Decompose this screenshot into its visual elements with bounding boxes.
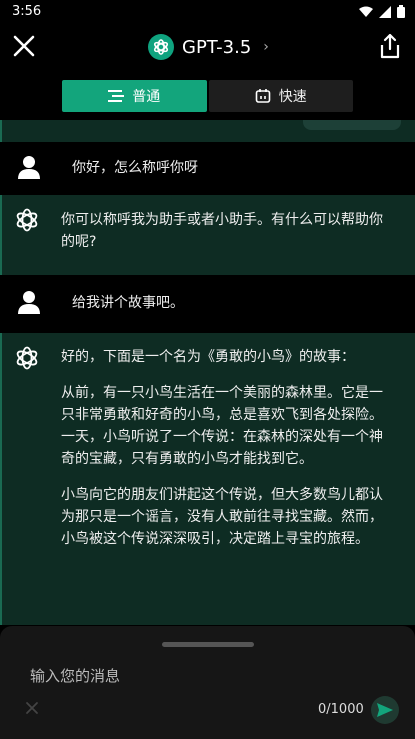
clear-icon[interactable]	[24, 700, 40, 716]
wifi-icon	[359, 6, 373, 17]
message-text: 你好，怎么称呼你呀	[72, 160, 198, 176]
input-panel: 0/1000	[0, 626, 415, 739]
chat-message-user: 给我讲个故事吧。	[0, 275, 415, 333]
openai-logo-icon	[148, 34, 174, 60]
message-paragraph: 小鸟向它的朋友们讲起这个传说，但大多数鸟儿都认为那只是一个谣言，没有人敢前往寻找…	[61, 487, 383, 547]
tab-fast-label: 快速	[278, 89, 307, 105]
status-icons	[359, 5, 405, 18]
model-title: GPT-3.5	[182, 36, 252, 58]
chat-message-assistant: 好的，下面是一个名为《勇敢的小鸟》的故事： 从前，有一只小鸟生活在一个美丽的森林…	[0, 333, 415, 625]
tab-normal-label: 普通	[132, 89, 161, 105]
message-text: 你可以称呼我为助手或者小助手。有什么可以帮助你的呢?	[61, 212, 383, 250]
message-paragraph: 从前，有一只小鸟生活在一个美丽的森林里。它是一只非常勇敢和好奇的小鸟，总是喜欢飞…	[61, 385, 383, 467]
status-time: 3:56	[12, 4, 42, 19]
share-icon[interactable]	[377, 32, 403, 60]
message-text: 给我讲个故事吧。	[72, 295, 184, 311]
message-text: 好的，下面是一个名为《勇敢的小鸟》的故事： 从前，有一只小鸟生活在一个美丽的森林…	[61, 346, 391, 564]
timer-icon	[255, 89, 271, 103]
close-icon[interactable]	[10, 32, 38, 60]
previous-message-bubble	[303, 120, 401, 130]
chat-list[interactable]: 你好，怎么称呼你呀 你可以称呼我为助手或者小助手。有什么可以帮助你的呢? 给我讲…	[0, 120, 415, 625]
mode-tabs: 普通 快速	[62, 80, 353, 112]
chat-message-assistant: 你可以称呼我为助手或者小助手。有什么可以帮助你的呢?	[0, 195, 415, 275]
header: GPT-3.5 ›	[0, 26, 415, 68]
list-icon	[108, 90, 125, 102]
tab-normal[interactable]: 普通	[62, 80, 207, 112]
openai-logo-icon	[16, 346, 38, 370]
chevron-right-icon: ›	[263, 39, 269, 55]
char-counter: 0/1000	[318, 702, 364, 717]
send-icon	[377, 703, 393, 717]
message-input[interactable]	[28, 662, 372, 690]
chat-message-user: 你好，怎么称呼你呀	[0, 142, 415, 195]
drag-handle[interactable]	[162, 642, 254, 647]
battery-icon	[397, 5, 405, 18]
user-avatar-icon	[18, 156, 40, 179]
signal-icon	[379, 5, 391, 18]
openai-logo-icon	[16, 208, 38, 232]
user-avatar-icon	[18, 291, 40, 314]
tab-fast[interactable]: 快速	[208, 80, 353, 112]
message-paragraph: 好的，下面是一个名为《勇敢的小鸟》的故事：	[61, 349, 355, 365]
send-button[interactable]	[371, 696, 399, 724]
previous-message-fragment	[0, 120, 415, 142]
model-selector[interactable]: GPT-3.5 ›	[148, 32, 269, 62]
status-bar: 3:56	[0, 0, 415, 26]
